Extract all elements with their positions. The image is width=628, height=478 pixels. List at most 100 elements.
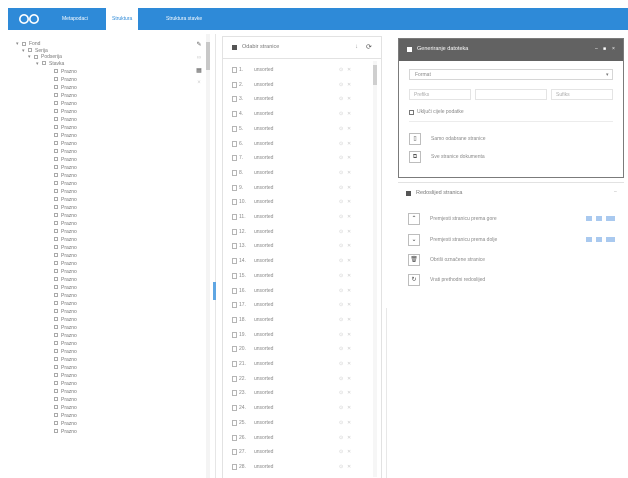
tree-node[interactable]: Prazno <box>54 316 77 324</box>
remove-icon[interactable]: ✕ <box>347 184 351 192</box>
tree-node[interactable]: Prazno <box>54 108 77 116</box>
collapse-icon[interactable]: – <box>595 46 598 52</box>
page-thumbnail-icon[interactable] <box>232 331 237 338</box>
tree-node[interactable]: Prazno <box>54 220 77 228</box>
tab-metadata[interactable]: Metapodaci <box>56 8 94 30</box>
remove-icon[interactable]: ✕ <box>347 198 351 206</box>
view-icon[interactable]: ⊙ <box>339 272 343 280</box>
move-up-button[interactable]: ⌃ Premjesti stranicu prema gore <box>408 213 620 225</box>
tree-node[interactable]: Prazno <box>54 148 77 156</box>
page-thumbnail-icon[interactable] <box>232 140 237 147</box>
view-icon[interactable]: ⊙ <box>339 110 343 118</box>
page-thumbnail-icon[interactable] <box>232 449 237 456</box>
export-selected-button[interactable]: ▯ Samo odabrane stranice <box>409 133 609 145</box>
page-thumbnail-icon[interactable] <box>232 258 237 265</box>
remove-icon[interactable]: ✕ <box>347 404 351 412</box>
view-icon[interactable]: ⊙ <box>339 448 343 456</box>
collapse-icon[interactable]: – <box>614 189 617 195</box>
page-thumbnail-icon[interactable] <box>232 390 237 397</box>
view-icon[interactable]: ⊙ <box>339 463 343 471</box>
tree-node[interactable]: Prazno <box>54 388 77 396</box>
page-thumbnail-icon[interactable] <box>232 419 237 426</box>
edit-icon[interactable]: ✎ <box>196 42 202 48</box>
delete-icon[interactable]: × <box>196 80 202 86</box>
page-thumbnail-icon[interactable] <box>232 228 237 235</box>
tree-node[interactable]: Prazno <box>54 308 77 316</box>
page-thumbnail-icon[interactable] <box>232 155 237 162</box>
remove-icon[interactable]: ✕ <box>347 154 351 162</box>
tree-node[interactable]: Prazno <box>54 204 77 212</box>
page-thumbnail-icon[interactable] <box>232 375 237 382</box>
page-thumbnail-icon[interactable] <box>232 96 237 103</box>
page-thumbnail-icon[interactable] <box>232 272 237 279</box>
tree-node[interactable]: Prazno <box>54 132 77 140</box>
badge-icon[interactable] <box>596 216 602 221</box>
view-icon[interactable]: ⊙ <box>339 360 343 368</box>
view-icon[interactable]: ⊙ <box>339 184 343 192</box>
page-row[interactable]: 11. unsorted ⊙ ✕ <box>232 213 372 221</box>
link-icon[interactable]: ∞ <box>196 55 202 61</box>
view-icon[interactable]: ⊙ <box>339 154 343 162</box>
view-icon[interactable]: ⊙ <box>339 66 343 74</box>
remove-icon[interactable]: ✕ <box>347 125 351 133</box>
page-thumbnail-icon[interactable] <box>232 287 237 294</box>
view-icon[interactable]: ⊙ <box>339 125 343 133</box>
include-all-checkbox[interactable] <box>409 110 414 115</box>
page-row[interactable]: 20. unsorted ⊙ ✕ <box>232 345 372 353</box>
view-icon[interactable]: ⊙ <box>339 213 343 221</box>
format-select[interactable]: Format ▾ <box>409 69 613 80</box>
page-thumbnail-icon[interactable] <box>232 346 237 353</box>
delete-pages-button[interactable]: 🗑 Obriši označene stranice <box>408 254 620 266</box>
page-thumbnail-icon[interactable] <box>232 463 237 470</box>
remove-icon[interactable]: ✕ <box>347 301 351 309</box>
page-thumbnail-icon[interactable] <box>232 361 237 367</box>
page-thumbnail-icon[interactable] <box>232 243 237 250</box>
page-thumbnail-icon[interactable] <box>232 199 237 206</box>
tree-node[interactable]: Prazno <box>54 228 77 236</box>
tree-node[interactable]: Prazno <box>54 180 77 188</box>
badge-icon[interactable] <box>606 237 615 242</box>
view-icon[interactable]: ⊙ <box>339 419 343 427</box>
tree-node[interactable]: Prazno <box>54 300 77 308</box>
remove-icon[interactable]: ✕ <box>347 375 351 383</box>
page-row[interactable]: 4. unsorted ⊙ ✕ <box>232 110 372 118</box>
page-thumbnail-icon[interactable] <box>232 169 237 176</box>
tree-node[interactable]: Prazno <box>54 212 77 220</box>
page-row[interactable]: 10. unsorted ⊙ ✕ <box>232 198 372 206</box>
suffix-input[interactable]: Sufiks <box>551 89 613 100</box>
view-icon[interactable]: ⊙ <box>339 140 343 148</box>
tree-node[interactable]: Prazno <box>54 244 77 252</box>
page-row[interactable]: 1. unsorted ⊙ ✕ <box>232 66 372 74</box>
remove-icon[interactable]: ✕ <box>347 287 351 295</box>
view-icon[interactable]: ⊙ <box>339 345 343 353</box>
tree-node[interactable]: Prazno <box>54 284 77 292</box>
remove-icon[interactable]: ✕ <box>347 419 351 427</box>
remove-icon[interactable]: ✕ <box>347 389 351 397</box>
tree-scrollbar-thumb[interactable] <box>206 42 210 70</box>
badge-icon[interactable] <box>586 237 592 242</box>
page-row[interactable]: 28. unsorted ⊙ ✕ <box>232 463 372 471</box>
remove-icon[interactable]: ✕ <box>347 448 351 456</box>
page-thumbnail-icon[interactable] <box>232 67 237 73</box>
tab-item-structure[interactable]: Struktura stavke <box>160 8 208 30</box>
tree-node[interactable]: Prazno <box>54 164 77 172</box>
view-icon[interactable]: ⊙ <box>339 404 343 412</box>
page-thumbnail-icon[interactable] <box>232 405 237 412</box>
page-row[interactable]: 24. unsorted ⊙ ✕ <box>232 404 372 412</box>
page-row[interactable]: 2. unsorted ⊙ ✕ <box>232 81 372 89</box>
page-row[interactable]: 25. unsorted ⊙ ✕ <box>232 419 372 427</box>
grid-icon[interactable]: ▦ <box>196 68 202 74</box>
badge-icon[interactable] <box>606 216 615 221</box>
tree-node[interactable]: Prazno <box>54 156 77 164</box>
view-icon[interactable]: ⊙ <box>339 81 343 89</box>
view-icon[interactable]: ⊙ <box>339 257 343 265</box>
page-thumbnail-icon[interactable] <box>232 302 237 309</box>
remove-icon[interactable]: ✕ <box>347 213 351 221</box>
remove-icon[interactable]: ✕ <box>347 345 351 353</box>
view-icon[interactable]: ⊙ <box>339 198 343 206</box>
page-row[interactable]: 9. unsorted ⊙ ✕ <box>232 184 372 192</box>
tree-node[interactable]: Prazno <box>54 404 77 412</box>
page-row[interactable]: 12. unsorted ⊙ ✕ <box>232 228 372 236</box>
page-row[interactable]: 19. unsorted ⊙ ✕ <box>232 331 372 339</box>
page-row[interactable]: 15. unsorted ⊙ ✕ <box>232 272 372 280</box>
